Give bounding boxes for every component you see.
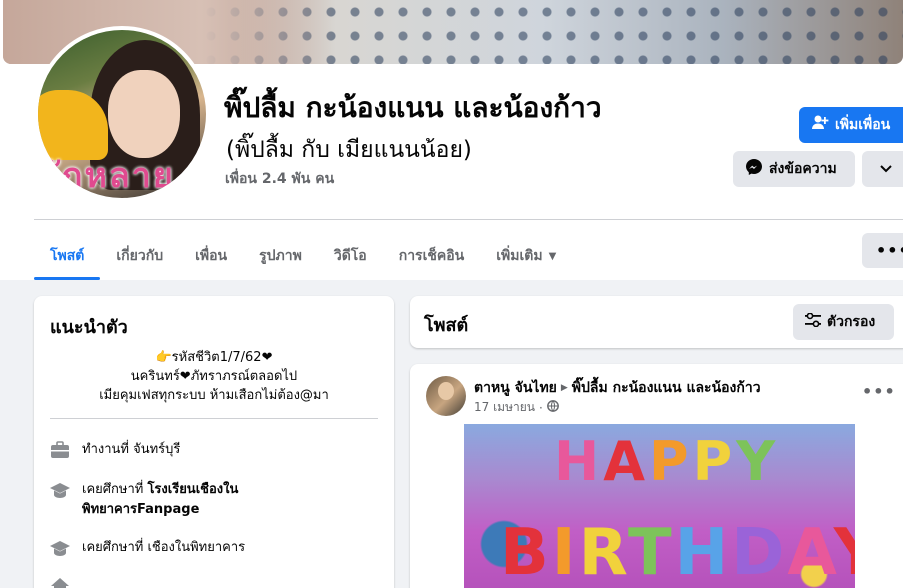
profile-avatar[interactable]: จักหลาย bbox=[34, 26, 210, 202]
tab-label: เกี่ยวกับ bbox=[116, 248, 164, 264]
post-meta: 17 เมษายน · bbox=[474, 398, 559, 417]
tab-photos[interactable]: รูปภาพ bbox=[243, 232, 318, 280]
separator-dot: · bbox=[538, 400, 543, 415]
profile-header: จักหลาย พิ๊ปลื้ม กะน้องแนน และน้องก้าว (… bbox=[0, 0, 903, 280]
tab-friends[interactable]: เพื่อน bbox=[179, 232, 243, 280]
tabs-more-button[interactable]: ••• bbox=[862, 233, 903, 268]
post-target-name[interactable]: พิ๊ปลื้ม กะน้องแนน และน้องก้าว bbox=[572, 377, 761, 399]
graduation-cap-icon bbox=[50, 480, 70, 500]
image-letter: B bbox=[500, 516, 552, 588]
message-label: ส่งข้อความ bbox=[769, 161, 837, 177]
globe-icon bbox=[546, 400, 559, 415]
posts-header-card: โพสต์ ตัวกรอง bbox=[410, 296, 903, 348]
ellipsis-icon: ••• bbox=[862, 382, 896, 401]
add-friend-button[interactable]: เพิ่มเพื่อน bbox=[799, 107, 903, 143]
bio-line: นครินทร์❤ภัทราภรณ์ตลอดไป bbox=[130, 369, 298, 384]
bio-line: เมียคุมเฟสทุกระบบ ห้ามเสือกไม่ต้อง@มา bbox=[99, 388, 329, 403]
study-info-1: เคยศึกษาที่ โรงเรียนเชืองในพิทยาคารFanpa… bbox=[50, 480, 238, 520]
image-letter: P bbox=[692, 430, 737, 493]
post-author-avatar[interactable] bbox=[426, 376, 466, 416]
school-name[interactable]: เชืองในพิทยาคาร bbox=[147, 540, 245, 555]
home-info bbox=[50, 576, 70, 588]
person-plus-icon bbox=[811, 114, 829, 136]
add-friend-label: เพิ่มเพื่อน bbox=[835, 117, 891, 133]
tab-about[interactable]: เกี่ยวกับ bbox=[100, 232, 179, 280]
study-text-2: เคยศึกษาที่ เชืองในพิทยาคาร bbox=[82, 538, 245, 558]
avatar-face bbox=[108, 70, 180, 158]
graduation-cap-icon bbox=[50, 538, 70, 558]
image-letter: A bbox=[603, 430, 649, 493]
briefcase-icon bbox=[50, 440, 70, 460]
tab-posts[interactable]: โพสต์ bbox=[34, 232, 101, 280]
post-card: ตาหนู จันไทย ▶ พิ๊ปลื้ม กะน้องแนน และน้อ… bbox=[410, 364, 903, 588]
profile-more-button[interactable] bbox=[862, 151, 903, 187]
tab-checkins[interactable]: การเช็คอิน bbox=[383, 232, 481, 280]
header-divider bbox=[34, 219, 903, 220]
work-place[interactable]: จันทร์บุรี bbox=[133, 442, 180, 457]
profile-tabs: โพสต์ เกี่ยวกับ เพื่อน รูปภาพ วิดีโอ การ… bbox=[34, 232, 572, 280]
image-letter: H bbox=[554, 430, 604, 493]
work-info: ทำงานที่ จันทร์บุรี bbox=[50, 440, 180, 460]
work-prefix: ทำงานที่ bbox=[82, 442, 134, 457]
messenger-icon bbox=[745, 158, 763, 180]
tab-more[interactable]: เพิ่มเติม ▼ bbox=[480, 232, 572, 280]
tab-label: โพสต์ bbox=[50, 248, 85, 264]
tab-label: การเช็คอิน bbox=[398, 248, 465, 264]
study-prefix: เคยศึกษาที่ bbox=[82, 482, 148, 497]
image-letter: D bbox=[731, 516, 788, 588]
intro-bio: 👉รหัสชีวิต1/7/62❤ นครินทร์❤ภัทราภรณ์ตลอด… bbox=[50, 348, 378, 405]
chevron-down-icon bbox=[880, 161, 892, 177]
tab-label: วิดีโอ bbox=[333, 248, 367, 264]
post-author-name[interactable]: ตาหนู จันไทย bbox=[474, 377, 557, 399]
school-name-cont[interactable]: พิทยาคารFanpage bbox=[82, 502, 199, 517]
posts-title: โพสต์ bbox=[424, 315, 469, 336]
image-text-happy: HAPPY bbox=[554, 430, 779, 493]
profile-name: พิ๊ปลื้ม กะน้องแนน และน้องก้าว bbox=[224, 91, 602, 124]
profile-alt-name: (พิ๊ปลื้ม กับ เมียแนนน้อย) bbox=[226, 137, 472, 163]
image-letter: T bbox=[628, 516, 675, 588]
image-letter: P bbox=[649, 430, 693, 493]
post-header: ตาหนู จันไทย ▶ พิ๊ปลื้ม กะน้องแนน และน้อ… bbox=[474, 377, 761, 399]
post-image[interactable]: HAPPY BIRTHDAY bbox=[464, 424, 855, 588]
study-text-1: เคยศึกษาที่ โรงเรียนเชืองในพิทยาคารFanpa… bbox=[82, 480, 238, 520]
image-letter: I bbox=[551, 516, 579, 588]
home-icon bbox=[50, 576, 70, 588]
tab-label: รูปภาพ bbox=[259, 248, 302, 264]
tab-label: เพื่อน bbox=[195, 248, 228, 264]
image-letter: A bbox=[787, 516, 834, 588]
image-letter: R bbox=[578, 516, 628, 588]
filter-button[interactable]: ตัวกรอง bbox=[793, 304, 894, 340]
image-letter: Y bbox=[834, 516, 855, 588]
tab-videos[interactable]: วิดีโอ bbox=[318, 232, 383, 280]
intro-title: แนะนำตัว bbox=[50, 317, 128, 338]
image-letter: Y bbox=[736, 430, 780, 493]
study-prefix: เคยศึกษาที่ bbox=[82, 540, 148, 555]
avatar-caption: จักหลาย bbox=[40, 156, 175, 196]
intro-divider bbox=[50, 418, 378, 419]
ellipsis-icon: ••• bbox=[876, 241, 903, 260]
intro-card: แนะนำตัว 👉รหัสชีวิต1/7/62❤ นครินทร์❤ภัทร… bbox=[34, 296, 394, 588]
study-info-2: เคยศึกษาที่ เชืองในพิทยาคาร bbox=[50, 538, 245, 558]
caret-down-icon: ▼ bbox=[548, 250, 557, 262]
profile-page: จักหลาย พิ๊ปลื้ม กะน้องแนน และน้องก้าว (… bbox=[0, 0, 903, 588]
friends-count[interactable]: เพื่อน 2.4 พัน คน bbox=[225, 168, 334, 190]
message-button[interactable]: ส่งข้อความ bbox=[733, 151, 855, 187]
post-options-button[interactable]: ••• bbox=[862, 382, 896, 401]
tab-label: เพิ่มเติม bbox=[496, 248, 543, 264]
post-date[interactable]: 17 เมษายน bbox=[474, 398, 535, 417]
image-text-birthday: BIRTHDAY bbox=[500, 516, 855, 588]
school-name[interactable]: โรงเรียนเชืองใน bbox=[147, 482, 238, 497]
sliders-icon bbox=[805, 312, 821, 331]
filter-label: ตัวกรอง bbox=[827, 314, 876, 330]
bio-line: 👉รหัสชีวิต1/7/62❤ bbox=[155, 350, 273, 365]
caret-right-icon: ▶ bbox=[560, 383, 568, 393]
image-letter: H bbox=[674, 516, 732, 588]
work-text: ทำงานที่ จันทร์บุรี bbox=[82, 440, 180, 460]
